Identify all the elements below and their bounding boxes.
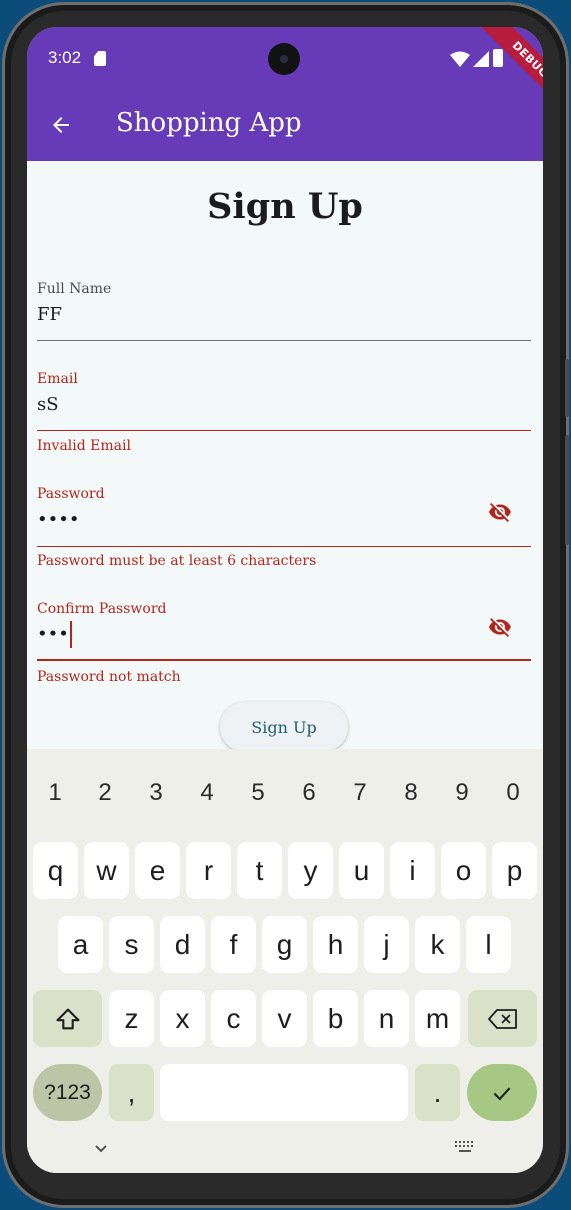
confirm-password-value: ••• — [37, 623, 69, 645]
key-i[interactable]: i — [390, 842, 435, 899]
page-title: Sign Up — [207, 186, 363, 227]
key-p[interactable]: p — [492, 842, 537, 899]
key-1[interactable]: 1 — [40, 779, 70, 807]
shift-icon — [55, 1008, 80, 1029]
signal-icon — [473, 51, 489, 67]
app-bar: Shopping App — [27, 89, 543, 161]
key-r[interactable]: r — [186, 842, 231, 899]
key-t[interactable]: t — [237, 842, 282, 899]
text-caret — [69, 621, 72, 648]
key-4[interactable]: 4 — [192, 779, 222, 807]
key-l[interactable]: l — [466, 916, 511, 973]
chevron-down-icon[interactable] — [93, 1141, 109, 1157]
backspace-icon — [487, 1008, 517, 1029]
key-j[interactable]: j — [364, 916, 409, 973]
password-label: Password — [37, 486, 105, 502]
key-8[interactable]: 8 — [396, 779, 426, 807]
full-name-underline — [37, 340, 531, 341]
key-b[interactable]: b — [313, 990, 358, 1047]
screen: 3:02 DEBUG Shopping App Sign Up Full Nam… — [27, 27, 543, 1173]
full-name-field[interactable]: Full Name FF — [37, 281, 531, 341]
number-row: 1 2 3 4 5 6 7 8 9 0 — [27, 779, 543, 809]
email-underline — [37, 430, 531, 431]
full-name-label: Full Name — [37, 281, 112, 297]
key-c[interactable]: c — [211, 990, 256, 1047]
email-value: sS — [37, 394, 59, 415]
password-value: •••• — [37, 509, 80, 530]
done-key[interactable] — [467, 1064, 537, 1121]
volume-button — [565, 359, 569, 417]
camera-cutout — [268, 43, 300, 75]
sign-up-button[interactable]: Sign Up — [220, 702, 348, 752]
signup-form: Sign Up Full Name FF Email sS Invalid Em… — [27, 161, 543, 752]
password-underline — [37, 546, 531, 547]
key-0[interactable]: 0 — [498, 779, 528, 807]
key-z[interactable]: z — [109, 990, 154, 1047]
key-m[interactable]: m — [415, 990, 460, 1047]
key-a[interactable]: a — [58, 916, 103, 973]
keyboard-nav-row — [27, 1129, 543, 1173]
backspace-key[interactable] — [468, 990, 537, 1047]
battery-icon — [493, 49, 503, 67]
app-title: Shopping App — [116, 108, 302, 138]
confirm-password-label: Confirm Password — [37, 601, 167, 617]
power-button — [565, 435, 569, 545]
check-icon — [493, 1086, 511, 1101]
confirm-password-field[interactable]: Confirm Password ••• Password not match — [37, 601, 531, 691]
space-key[interactable] — [160, 1064, 408, 1121]
key-9[interactable]: 9 — [447, 779, 477, 807]
password-field[interactable]: Password •••• Password must be at least … — [37, 486, 531, 576]
password-error: Password must be at least 6 characters — [37, 553, 317, 569]
key-g[interactable]: g — [262, 916, 307, 973]
full-name-value: FF — [37, 304, 62, 325]
key-d[interactable]: d — [160, 916, 205, 973]
key-2[interactable]: 2 — [90, 779, 120, 807]
symbols-key[interactable]: ?123 — [33, 1064, 102, 1121]
key-v[interactable]: v — [262, 990, 307, 1047]
visibility-off-icon[interactable] — [485, 615, 515, 639]
key-o[interactable]: o — [441, 842, 486, 899]
key-h[interactable]: h — [313, 916, 358, 973]
key-u[interactable]: u — [339, 842, 384, 899]
email-field[interactable]: Email sS Invalid Email — [37, 371, 531, 461]
shift-key[interactable] — [33, 990, 102, 1047]
key-f[interactable]: f — [211, 916, 256, 973]
confirm-password-input[interactable]: ••• — [37, 621, 72, 648]
key-n[interactable]: n — [364, 990, 409, 1047]
comma-key[interactable]: , — [109, 1064, 154, 1121]
status-bar: 3:02 DEBUG — [27, 27, 543, 114]
key-w[interactable]: w — [84, 842, 129, 899]
email-error: Invalid Email — [37, 438, 131, 454]
soft-keyboard: 1 2 3 4 5 6 7 8 9 0 q w e r t y u i o p … — [27, 749, 543, 1173]
key-k[interactable]: k — [415, 916, 460, 973]
key-e[interactable]: e — [135, 842, 180, 899]
status-time: 3:02 — [48, 48, 82, 67]
confirm-password-underline — [37, 659, 531, 661]
visibility-off-icon[interactable] — [485, 500, 515, 524]
key-x[interactable]: x — [160, 990, 205, 1047]
keyboard-icon[interactable] — [455, 1141, 475, 1155]
wifi-icon — [450, 51, 470, 67]
confirm-password-error: Password not match — [37, 669, 181, 685]
email-label: Email — [37, 371, 78, 387]
sd-card-icon — [94, 51, 106, 66]
period-key[interactable]: . — [415, 1064, 460, 1121]
key-q[interactable]: q — [33, 842, 78, 899]
back-arrow-icon[interactable] — [49, 113, 73, 137]
key-7[interactable]: 7 — [345, 779, 375, 807]
key-5[interactable]: 5 — [243, 779, 273, 807]
key-s[interactable]: s — [109, 916, 154, 973]
key-6[interactable]: 6 — [294, 779, 324, 807]
key-y[interactable]: y — [288, 842, 333, 899]
key-3[interactable]: 3 — [141, 779, 171, 807]
